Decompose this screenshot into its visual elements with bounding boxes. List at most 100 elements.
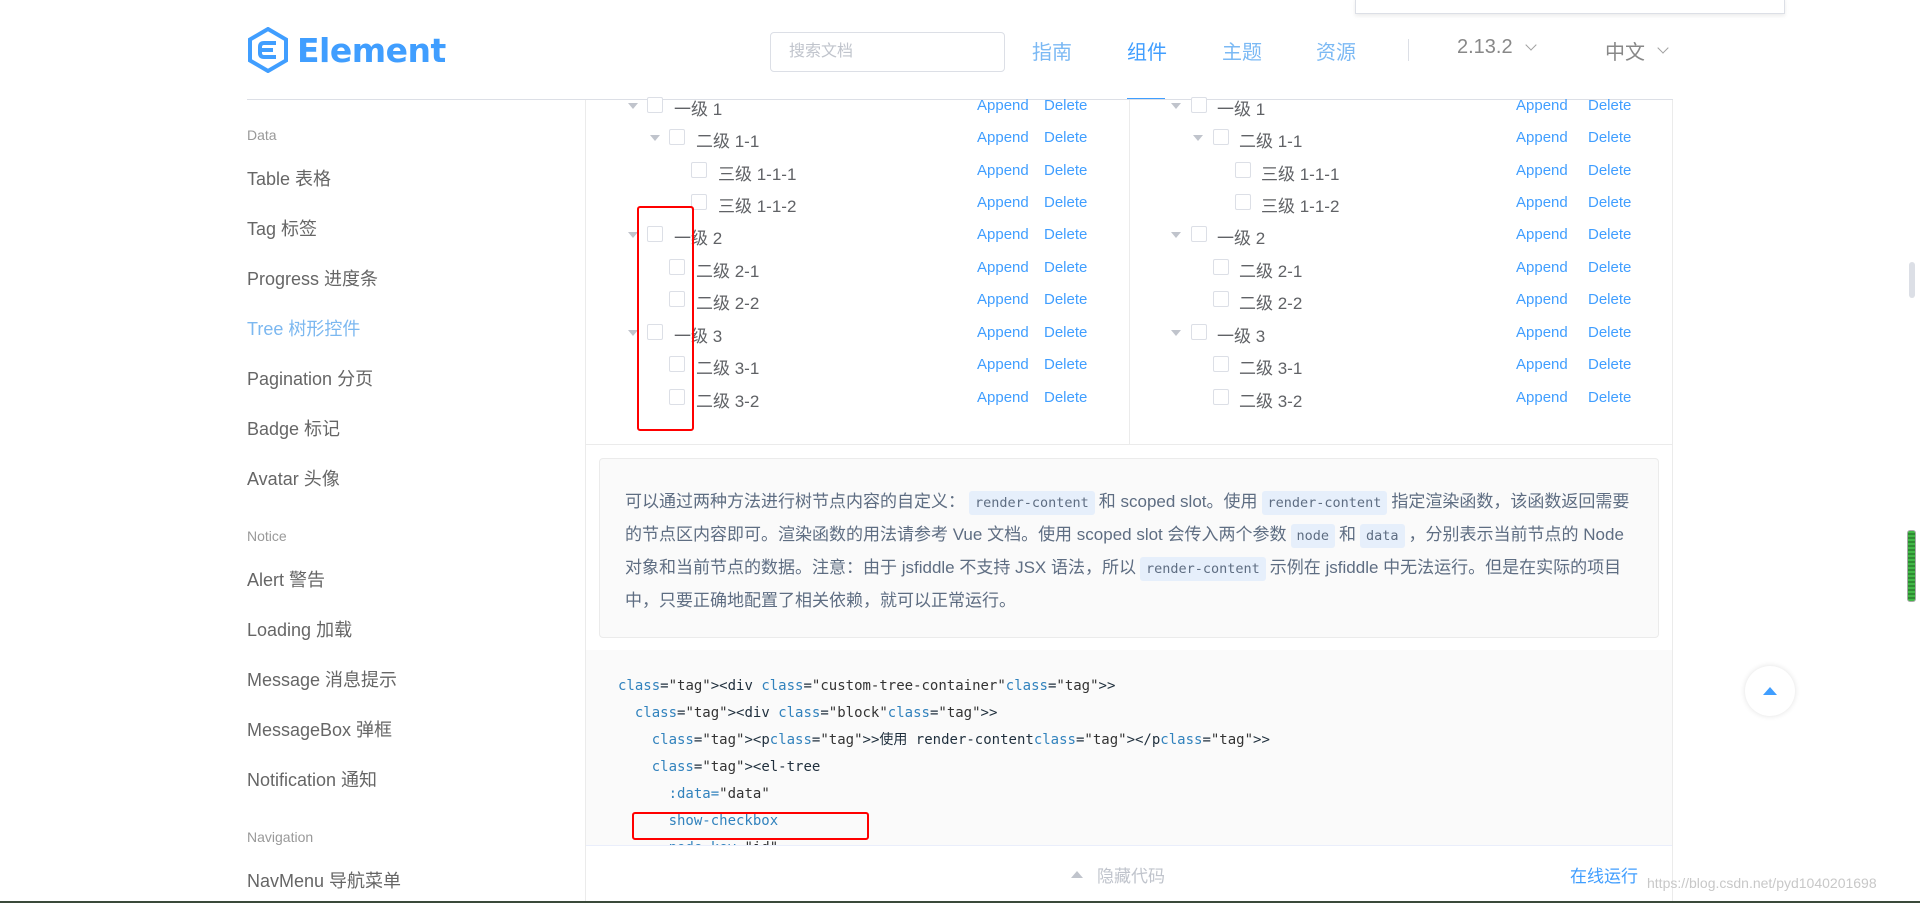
append-button[interactable]: Append xyxy=(1516,129,1568,146)
tree-node-label-1[interactable]: 一级 1 xyxy=(674,95,722,120)
append-button[interactable]: Append xyxy=(1516,162,1568,179)
caret-down-icon[interactable] xyxy=(650,135,660,141)
delete-button[interactable]: Delete xyxy=(1044,162,1087,179)
append-button[interactable]: Append xyxy=(977,324,1029,341)
delete-button[interactable]: Delete xyxy=(1588,194,1631,211)
delete-button[interactable]: Delete xyxy=(1588,356,1631,373)
nav-theme[interactable]: 主题 xyxy=(1222,36,1262,65)
delete-button[interactable]: Delete xyxy=(1044,259,1087,276)
tree-node-checkbox[interactable] xyxy=(1191,324,1207,340)
tree-node-label-3-2[interactable]: 二级 3-2 xyxy=(696,387,759,412)
delete-button[interactable]: Delete xyxy=(1044,129,1087,146)
append-button[interactable]: Append xyxy=(977,194,1029,211)
tree-node-label-1-1[interactable]: 二级 1-1 xyxy=(1239,127,1302,152)
language-select[interactable]: 中文 xyxy=(1605,36,1669,65)
delete-button[interactable]: Delete xyxy=(1044,194,1087,211)
delete-button[interactable]: Delete xyxy=(1044,389,1087,406)
sidebar-item-navmenu[interactable]: NavMenu 导航菜单 xyxy=(247,867,401,893)
tree-node-label-1-1-1[interactable]: 三级 1-1-1 xyxy=(1261,160,1339,185)
tree-node-checkbox[interactable] xyxy=(1213,259,1229,275)
delete-button[interactable]: Delete xyxy=(1588,226,1631,243)
delete-button[interactable]: Delete xyxy=(1044,97,1087,114)
tree-node-checkbox[interactable] xyxy=(647,97,663,113)
tree-node-checkbox[interactable] xyxy=(1213,291,1229,307)
tree-node-checkbox[interactable] xyxy=(1213,129,1229,145)
sidebar-item-badge[interactable]: Badge 标记 xyxy=(247,415,340,441)
append-button[interactable]: Append xyxy=(977,259,1029,276)
append-button[interactable]: Append xyxy=(1516,97,1568,114)
nav-component[interactable]: 组件 xyxy=(1127,36,1167,65)
sidebar-item-progress[interactable]: Progress 进度条 xyxy=(247,265,378,291)
sidebar-item-notification[interactable]: Notification 通知 xyxy=(247,766,377,792)
sidebar-item-tree[interactable]: Tree 树形控件 xyxy=(247,315,360,341)
tree-node-label-1-1-1[interactable]: 三级 1-1-1 xyxy=(718,160,796,185)
search-input[interactable] xyxy=(770,32,1005,72)
sidebar-item-table[interactable]: Table 表格 xyxy=(247,165,331,191)
delete-button[interactable]: Delete xyxy=(1044,226,1087,243)
caret-down-icon[interactable] xyxy=(1171,330,1181,336)
tree-node-checkbox[interactable] xyxy=(669,129,685,145)
nav-resource[interactable]: 资源 xyxy=(1316,36,1356,65)
tree-node-label-2-2[interactable]: 二级 2-2 xyxy=(696,289,759,314)
append-button[interactable]: Append xyxy=(1516,356,1568,373)
append-button[interactable]: Append xyxy=(977,129,1029,146)
delete-button[interactable]: Delete xyxy=(1044,356,1087,373)
append-button[interactable]: Append xyxy=(1516,291,1568,308)
sidebar-item-pagination[interactable]: Pagination 分页 xyxy=(247,365,373,391)
append-button[interactable]: Append xyxy=(1516,259,1568,276)
tree-node-checkbox[interactable] xyxy=(1191,226,1207,242)
sidebar-item-tag[interactable]: Tag 标签 xyxy=(247,215,317,241)
tree-node-label-3-1[interactable]: 二级 3-1 xyxy=(696,354,759,379)
sidebar-item-avatar[interactable]: Avatar 头像 xyxy=(247,465,340,491)
delete-button[interactable]: Delete xyxy=(1588,324,1631,341)
hide-code-button[interactable]: 隐藏代码 xyxy=(1071,862,1165,887)
tree-node-label-2-2[interactable]: 二级 2-2 xyxy=(1239,289,1302,314)
append-button[interactable]: Append xyxy=(1516,389,1568,406)
delete-button[interactable]: Delete xyxy=(1588,389,1631,406)
tree-node-checkbox[interactable] xyxy=(691,162,707,178)
element-logo[interactable]: Element xyxy=(247,26,446,74)
tree-node-label-2-1[interactable]: 二级 2-1 xyxy=(696,257,759,282)
append-button[interactable]: Append xyxy=(977,97,1029,114)
delete-button[interactable]: Delete xyxy=(1588,291,1631,308)
tree-node-checkbox[interactable] xyxy=(1235,194,1251,210)
caret-down-icon[interactable] xyxy=(1193,135,1203,141)
delete-button[interactable]: Delete xyxy=(1588,97,1631,114)
append-button[interactable]: Append xyxy=(977,162,1029,179)
append-button[interactable]: Append xyxy=(977,291,1029,308)
tree-node-label-3[interactable]: 一级 3 xyxy=(1217,322,1265,347)
tree-node-label-1-1-2[interactable]: 三级 1-1-2 xyxy=(718,192,796,217)
tree-node-checkbox[interactable] xyxy=(1191,97,1207,113)
tree-node-label-3-2[interactable]: 二级 3-2 xyxy=(1239,387,1302,412)
run-online-link[interactable]: 在线运行 xyxy=(1570,862,1638,887)
delete-button[interactable]: Delete xyxy=(1588,259,1631,276)
caret-down-icon[interactable] xyxy=(1171,103,1181,109)
append-button[interactable]: Append xyxy=(1516,226,1568,243)
nav-guide[interactable]: 指南 xyxy=(1032,36,1072,65)
append-button[interactable]: Append xyxy=(977,226,1029,243)
scrollbar-thumb[interactable] xyxy=(1909,262,1915,298)
version-select[interactable]: 2.13.2 xyxy=(1457,36,1537,59)
caret-down-icon[interactable] xyxy=(1171,232,1181,238)
tree-node-label-2[interactable]: 一级 2 xyxy=(1217,224,1265,249)
tree-node-checkbox[interactable] xyxy=(1213,356,1229,372)
tree-node-checkbox[interactable] xyxy=(1213,389,1229,405)
back-to-top-button[interactable] xyxy=(1745,666,1795,716)
tree-node-label-1-1[interactable]: 二级 1-1 xyxy=(696,127,759,152)
sidebar-item-alert[interactable]: Alert 警告 xyxy=(247,566,325,592)
append-button[interactable]: Append xyxy=(1516,194,1568,211)
delete-button[interactable]: Delete xyxy=(1044,324,1087,341)
tree-node-label-3-1[interactable]: 二级 3-1 xyxy=(1239,354,1302,379)
delete-button[interactable]: Delete xyxy=(1588,162,1631,179)
tree-node-label-1-1-2[interactable]: 三级 1-1-2 xyxy=(1261,192,1339,217)
append-button[interactable]: Append xyxy=(1516,324,1568,341)
delete-button[interactable]: Delete xyxy=(1588,129,1631,146)
tree-node-label-1[interactable]: 一级 1 xyxy=(1217,95,1265,120)
sidebar-item-loading[interactable]: Loading 加载 xyxy=(247,616,352,642)
append-button[interactable]: Append xyxy=(977,389,1029,406)
tree-node-label-2-1[interactable]: 二级 2-1 xyxy=(1239,257,1302,282)
sidebar-item-message[interactable]: Message 消息提示 xyxy=(247,666,397,692)
caret-down-icon[interactable] xyxy=(628,103,638,109)
append-button[interactable]: Append xyxy=(977,356,1029,373)
sidebar-item-messagebox[interactable]: MessageBox 弹框 xyxy=(247,716,392,742)
